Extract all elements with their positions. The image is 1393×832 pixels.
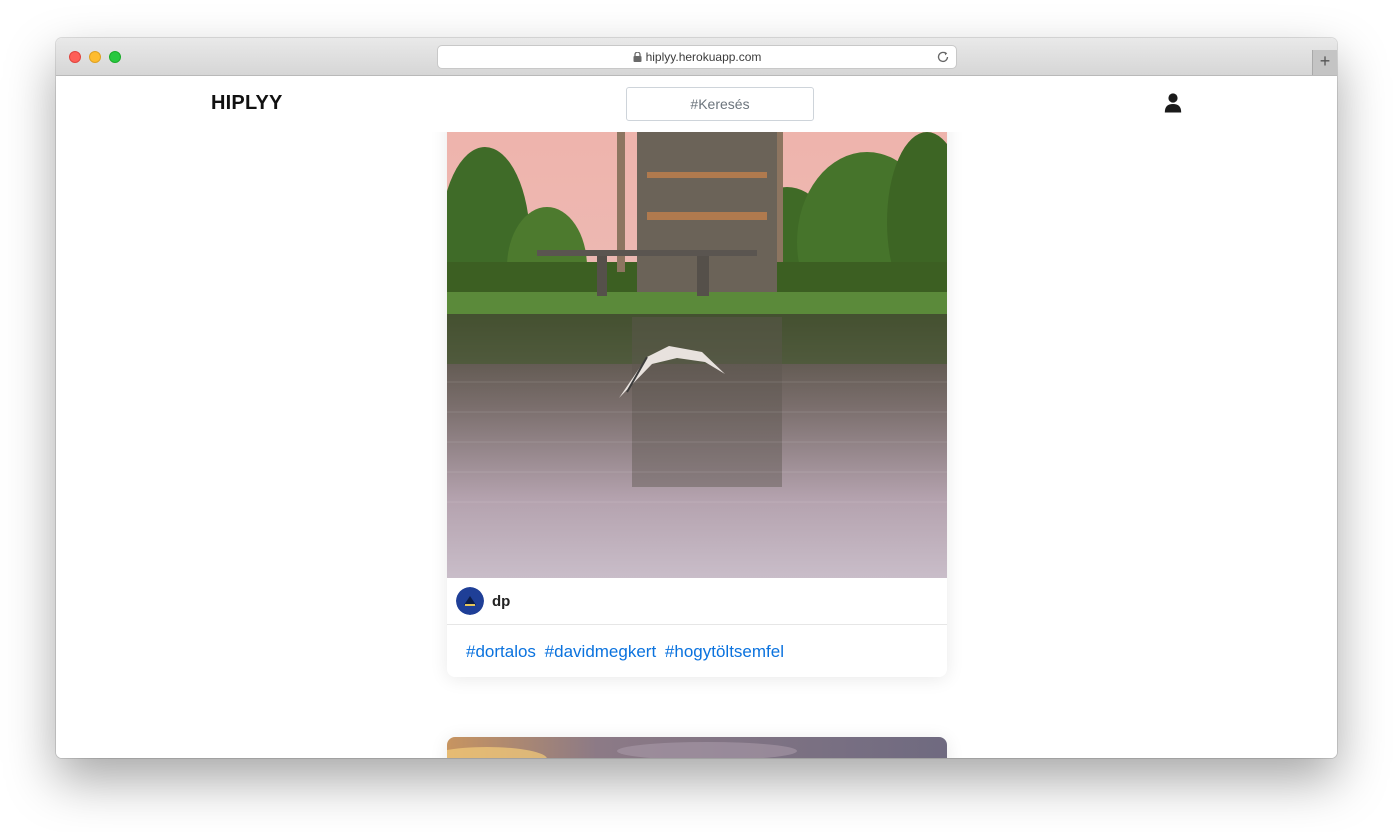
post-author-row: dp <box>447 578 947 625</box>
search-input[interactable] <box>626 87 814 121</box>
brand-logo[interactable]: HIPLYY <box>211 92 283 115</box>
browser-titlebar: hiplyy.herokuapp.com + <box>56 38 1337 76</box>
zoom-window-button[interactable] <box>109 51 121 63</box>
tag-link[interactable]: #hogytöltsemfel <box>665 642 784 661</box>
tag-link[interactable]: #davidmegkert <box>545 642 657 661</box>
post-tags: #dortalos #davidmegkert #hogytöltsemfel <box>466 642 788 662</box>
lock-icon <box>633 52 642 62</box>
close-window-button[interactable] <box>69 51 81 63</box>
next-post-card <box>447 737 947 758</box>
plus-icon: + <box>1319 51 1331 71</box>
page-viewport: HIPLYY #Keresés dp #dortalos #davidmegke… <box>56 76 1337 758</box>
address-bar[interactable]: hiplyy.herokuapp.com <box>437 45 957 69</box>
next-post-photo[interactable] <box>447 737 947 758</box>
avatar[interactable] <box>456 587 484 615</box>
site-navbar: HIPLYY <box>56 76 1337 132</box>
reload-icon[interactable] <box>936 50 950 64</box>
browser-window: hiplyy.herokuapp.com + HIPLYY #Keresés d… <box>56 38 1337 758</box>
user-icon[interactable] <box>1164 93 1182 113</box>
new-tab-button[interactable]: + <box>1312 50 1337 75</box>
minimize-window-button[interactable] <box>89 51 101 63</box>
post-photo[interactable] <box>447 102 947 578</box>
address-url: hiplyy.herokuapp.com <box>645 50 762 64</box>
tag-link[interactable]: #dortalos <box>466 642 536 661</box>
post-card: dp #dortalos #davidmegkert #hogytöltsemf… <box>447 102 947 677</box>
post-author-name[interactable]: dp <box>492 593 510 610</box>
